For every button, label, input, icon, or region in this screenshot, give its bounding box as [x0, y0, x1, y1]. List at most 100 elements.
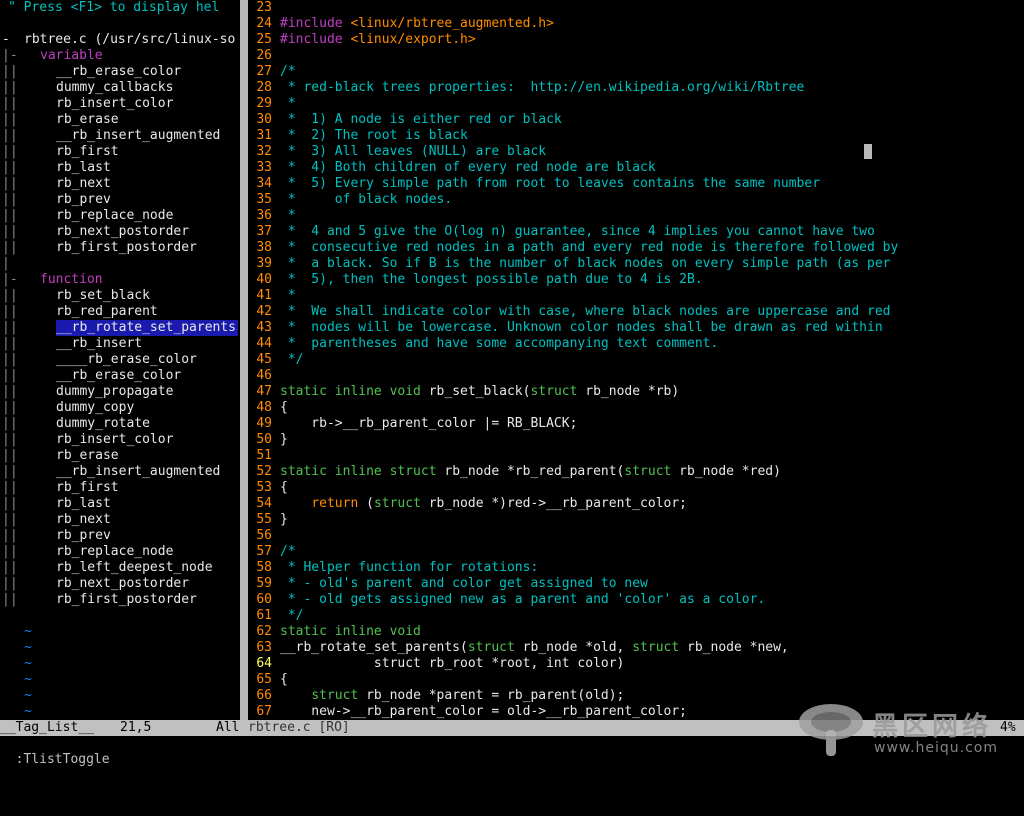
code-line[interactable]: 48 {	[248, 400, 1024, 416]
code-line[interactable]: 61 */	[248, 608, 1024, 624]
taglist-item[interactable]: || dummy_propagate	[0, 384, 240, 400]
taglist-item[interactable]: || rb_insert_color	[0, 96, 240, 112]
code-line[interactable]: 60 * - old gets assigned new as a parent…	[248, 592, 1024, 608]
code-line[interactable]: 26	[248, 48, 1024, 64]
code-line[interactable]: 51	[248, 448, 1024, 464]
taglist-item-label[interactable]: rb_red_parent	[56, 304, 158, 320]
taglist-item[interactable]: || __rb_erase_color	[0, 368, 240, 384]
code-line[interactable]: 52 static inline struct rb_node *rb_red_p…	[248, 464, 1024, 480]
taglist-item-label[interactable]: rb_insert_color	[56, 96, 173, 112]
taglist-item[interactable]: || rb_last	[0, 160, 240, 176]
code-line[interactable]: 37 * 4 and 5 give the O(log n) guarantee…	[248, 224, 1024, 240]
taglist-item-label[interactable]: rb_next	[56, 176, 111, 192]
code-line[interactable]: 23	[248, 0, 1024, 16]
window-divider[interactable]	[240, 0, 248, 720]
taglist-item[interactable]: || __rb_rotate_set_parents	[0, 320, 240, 336]
taglist-item-label[interactable]: rb_first_postorder	[56, 592, 197, 608]
code-line[interactable]: 58 * Helper function for rotations:	[248, 560, 1024, 576]
code-line[interactable]: 40 * 5), then the longest possible path …	[248, 272, 1024, 288]
taglist-item-label[interactable]: __rb_rotate_set_parents	[56, 320, 239, 336]
taglist-item-label[interactable]: rb_last	[56, 160, 111, 176]
code-line[interactable]: 49 rb->__rb_parent_color |= RB_BLACK;	[248, 416, 1024, 432]
taglist-item[interactable]: || dummy_rotate	[0, 416, 240, 432]
taglist-pane[interactable]: " Press <F1> to display hel - rbtree.c (…	[0, 0, 240, 720]
code-line[interactable]: 57 /*	[248, 544, 1024, 560]
taglist-item[interactable]: || dummy_callbacks	[0, 80, 240, 96]
taglist-item-label[interactable]: rb_replace_node	[56, 208, 173, 224]
taglist-item-label[interactable]: rb_next	[56, 512, 111, 528]
taglist-item[interactable]: || rb_insert_color	[0, 432, 240, 448]
code-line[interactable]: 53 {	[248, 480, 1024, 496]
code-line[interactable]: 43 * nodes will be lowercase. Unknown co…	[248, 320, 1024, 336]
taglist-item[interactable]: || __rb_insert	[0, 336, 240, 352]
taglist-item[interactable]: || rb_first	[0, 144, 240, 160]
taglist-item[interactable]: || dummy_copy	[0, 400, 240, 416]
taglist-item-label[interactable]: rb_first	[56, 480, 119, 496]
code-line[interactable]: 41 *	[248, 288, 1024, 304]
code-line[interactable]: 33 * 4) Both children of every red node …	[248, 160, 1024, 176]
code-line[interactable]: 31 * 2) The root is black	[248, 128, 1024, 144]
taglist-item-label[interactable]: __rb_insert_augmented	[56, 464, 220, 480]
editor-pane[interactable]: 23 24 #include <linux/rbtree_augmented.h> 2…	[248, 0, 1024, 720]
taglist-item-label[interactable]: rb_prev	[56, 192, 111, 208]
taglist-item-label[interactable]: dummy_callbacks	[56, 80, 173, 96]
taglist-function-header[interactable]: |- function	[0, 272, 240, 288]
taglist-item[interactable]: || ____rb_erase_color	[0, 352, 240, 368]
taglist-item-label[interactable]: rb_set_black	[56, 288, 150, 304]
code-line[interactable]: 47 static inline void rb_set_black(struct…	[248, 384, 1024, 400]
taglist-item-label[interactable]: ____rb_erase_color	[56, 352, 197, 368]
taglist-item-label[interactable]: rb_erase	[56, 448, 119, 464]
taglist-item-label[interactable]: rb_last	[56, 496, 111, 512]
taglist-item-label[interactable]: rb_first	[56, 144, 119, 160]
taglist-item-label[interactable]: __rb_insert	[56, 336, 142, 352]
taglist-item[interactable]: || __rb_insert_augmented	[0, 128, 240, 144]
code-line[interactable]: 30 * 1) A node is either red or black	[248, 112, 1024, 128]
taglist-file-name[interactable]: rbtree.c (/usr/src/linux-so	[24, 32, 235, 48]
taglist-item[interactable]: || rb_left_deepest_node	[0, 560, 240, 576]
code-line[interactable]: 28 * red-black trees properties: http://…	[248, 80, 1024, 96]
code-line[interactable]: 64 struct rb_root *root, int color)	[248, 656, 1024, 672]
code-line[interactable]: 36 *	[248, 208, 1024, 224]
taglist-item[interactable]: || rb_set_black	[0, 288, 240, 304]
taglist-item-label[interactable]: dummy_rotate	[56, 416, 150, 432]
taglist-item-label[interactable]: rb_prev	[56, 528, 111, 544]
taglist-item[interactable]: || __rb_insert_augmented	[0, 464, 240, 480]
taglist-item-label[interactable]: dummy_propagate	[56, 384, 173, 400]
taglist-file-row[interactable]: - rbtree.c (/usr/src/linux-so	[0, 32, 240, 48]
code-line[interactable]: 56	[248, 528, 1024, 544]
taglist-item[interactable]: || rb_first	[0, 480, 240, 496]
taglist-item[interactable]: || rb_red_parent	[0, 304, 240, 320]
taglist-item[interactable]: || rb_first_postorder	[0, 240, 240, 256]
code-line[interactable]: 46	[248, 368, 1024, 384]
taglist-item[interactable]: || rb_next	[0, 512, 240, 528]
taglist-item[interactable]: || rb_prev	[0, 528, 240, 544]
code-line[interactable]: 59 * - old's parent and color get assign…	[248, 576, 1024, 592]
code-line[interactable]: 44 * parentheses and have some accompany…	[248, 336, 1024, 352]
code-line[interactable]: 32 * 3) All leaves (NULL) are black	[248, 144, 1024, 160]
taglist-item[interactable]: || rb_replace_node	[0, 208, 240, 224]
taglist-item-label[interactable]: rb_left_deepest_node	[56, 560, 213, 576]
taglist-item-label[interactable]: rb_replace_node	[56, 544, 173, 560]
code-line[interactable]: 63 __rb_rotate_set_parents(struct rb_node…	[248, 640, 1024, 656]
taglist-item-label[interactable]: __rb_insert_augmented	[56, 128, 220, 144]
code-line[interactable]: 55}	[248, 512, 1024, 528]
code-line[interactable]: 54 return (struct rb_node *)red->__rb_pa…	[248, 496, 1024, 512]
taglist-item-label[interactable]: __rb_erase_color	[56, 64, 181, 80]
taglist-item-label[interactable]: rb_first_postorder	[56, 240, 197, 256]
taglist-variable-header[interactable]: |- variable	[0, 48, 240, 64]
code-line[interactable]: 39 * a black. So if B is the number of b…	[248, 256, 1024, 272]
code-line[interactable]: 29 *	[248, 96, 1024, 112]
taglist-item-label[interactable]: dummy_copy	[56, 400, 134, 416]
taglist-item[interactable]: || rb_last	[0, 496, 240, 512]
code-line[interactable]: 24 #include <linux/rbtree_augmented.h>	[248, 16, 1024, 32]
taglist-item[interactable]: || rb_replace_node	[0, 544, 240, 560]
taglist-item-label[interactable]: __rb_erase_color	[56, 368, 181, 384]
taglist-item-label[interactable]: rb_insert_color	[56, 432, 173, 448]
code-line[interactable]: 25 #include <linux/export.h>	[248, 32, 1024, 48]
taglist-item[interactable]: || rb_next_postorder	[0, 576, 240, 592]
taglist-item-label[interactable]: rb_next_postorder	[56, 224, 189, 240]
taglist-item[interactable]: || rb_next	[0, 176, 240, 192]
taglist-item[interactable]: || __rb_erase_color	[0, 64, 240, 80]
code-line[interactable]: 27 /*	[248, 64, 1024, 80]
taglist-item-label[interactable]: rb_next_postorder	[56, 576, 189, 592]
